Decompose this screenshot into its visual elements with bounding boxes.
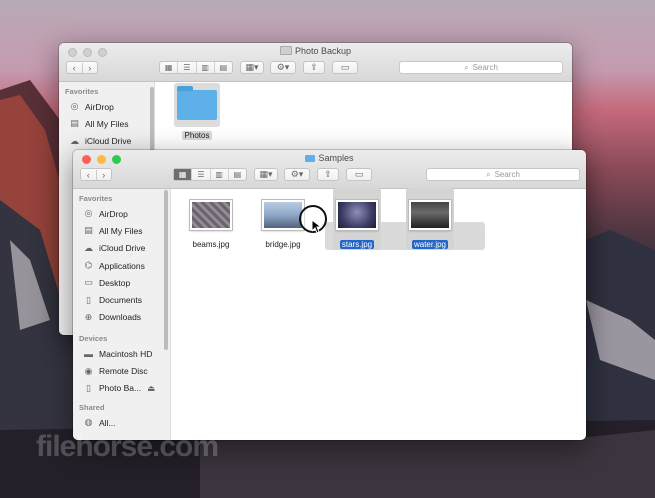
front-titlebar[interactable]: Samples ‹ › ▦ ☰ ▥ ▤ ▦▾ ⚙▾ ⇪ ▭ ⌕ Search — [73, 150, 586, 189]
image-thumbnail — [262, 200, 304, 230]
file-name: water.jpg — [411, 240, 449, 249]
search-field[interactable]: ⌕ Search — [399, 61, 563, 74]
disc-icon: ◉ — [84, 365, 93, 376]
gallery-view-icon[interactable]: ▤ — [215, 62, 232, 73]
sidebar-item-all-my-files[interactable]: ▤ All My Files — [59, 115, 154, 132]
view-mode-segment[interactable]: ▦ ☰ ▥ ▤ — [159, 61, 233, 74]
sidebar-item-all-shared[interactable]: ◍ All... — [73, 414, 170, 431]
documents-icon: ▯ — [86, 294, 91, 305]
favorites-header: Favorites — [65, 87, 99, 96]
image-thumbnail — [190, 200, 232, 230]
search-icon: ⌕ — [486, 169, 491, 179]
arrange-button[interactable]: ▦▾ — [254, 168, 278, 181]
sidebar-item-all-my-files[interactable]: ▤ All My Files — [73, 222, 170, 239]
devices-header: Devices — [79, 334, 108, 344]
cloud-icon: ☁ — [84, 242, 93, 253]
tags-button[interactable]: ▭ — [332, 61, 358, 74]
window-title: Samples — [73, 153, 586, 163]
chevron-left-icon[interactable]: ‹ — [67, 62, 83, 73]
file-name: bridge.jpg — [265, 240, 301, 249]
icon-view-icon[interactable]: ▦ — [174, 169, 193, 180]
sidebar-item-desktop[interactable]: ▭ Desktop — [73, 274, 170, 291]
search-field[interactable]: ⌕ Search — [426, 168, 580, 181]
folder-label: Photos — [181, 131, 213, 140]
front-sidebar: Favorites ◎ AirDrop ▤ All My Files ☁ iCloud… — [73, 189, 171, 440]
sidebar-item-airdrop[interactable]: ◎ AirDrop — [59, 98, 154, 115]
all-files-icon: ▤ — [70, 118, 79, 129]
file-item-stars[interactable]: stars.jpg — [327, 200, 387, 249]
chevron-left-icon[interactable]: ‹ — [81, 169, 97, 180]
column-view-icon[interactable]: ▥ — [197, 62, 215, 73]
sidebar-item-remote-disc[interactable]: ◉ Remote Disc — [73, 362, 170, 379]
search-icon: ⌕ — [464, 62, 469, 72]
sidebar-item-applications[interactable]: ⌬ Applications — [73, 257, 170, 274]
hard-disk-icon: ▬ — [84, 348, 93, 359]
applications-icon: ⌬ — [84, 260, 93, 271]
column-view-icon[interactable]: ▥ — [211, 169, 229, 180]
view-mode-segment[interactable]: ▦ ☰ ▥ ▤ — [173, 168, 247, 181]
file-item-beams[interactable]: beams.jpg — [181, 200, 241, 249]
drive-icon: ▯ — [86, 382, 91, 393]
gallery-view-icon[interactable]: ▤ — [229, 169, 246, 180]
file-name: beams.jpg — [192, 240, 230, 249]
front-finder-window[interactable]: Samples ‹ › ▦ ☰ ▥ ▤ ▦▾ ⚙▾ ⇪ ▭ ⌕ Search Favori… — [73, 150, 586, 440]
tags-button[interactable]: ▭ — [346, 168, 372, 181]
photos-folder[interactable]: Photos — [172, 83, 222, 140]
sidebar-item-photo-backup[interactable]: ▯ Photo Ba... ⏏ — [73, 380, 170, 397]
chevron-right-icon[interactable]: › — [83, 63, 98, 73]
folder-icon — [174, 83, 220, 127]
action-gear-button[interactable]: ⚙▾ — [270, 61, 296, 74]
share-button[interactable]: ⇪ — [317, 168, 339, 181]
file-item-water[interactable]: water.jpg — [400, 200, 460, 249]
action-gear-button[interactable]: ⚙▾ — [284, 168, 310, 181]
sidebar-item-icloud-drive[interactable]: ☁ iCloud Drive — [59, 133, 154, 150]
shared-header: Shared — [79, 402, 105, 412]
desktop-icon: ▭ — [84, 277, 93, 288]
nav-back-forward[interactable]: ‹ › — [66, 61, 98, 74]
downloads-icon: ⊕ — [84, 311, 93, 322]
icon-view-icon[interactable]: ▦ — [160, 62, 179, 73]
sidebar-item-documents[interactable]: ▯ Documents — [73, 291, 170, 308]
eject-icon[interactable]: ⏏ — [147, 383, 155, 394]
sidebar-item-macintosh-hd[interactable]: ▬ Macintosh HD — [73, 345, 170, 362]
list-view-icon[interactable]: ☰ — [192, 169, 211, 180]
back-titlebar[interactable]: Photo Backup ‹ › ▦ ☰ ▥ ▤ ▦▾ ⚙▾ ⇪ ▭ ⌕ Search — [59, 43, 572, 82]
favorites-header: Favorites — [79, 194, 113, 203]
drive-icon — [279, 46, 292, 55]
folder-icon — [305, 155, 316, 162]
front-sidebar-scrollbar[interactable] — [164, 190, 168, 350]
window-title: Photo Backup — [59, 46, 572, 56]
share-button[interactable]: ⇪ — [303, 61, 325, 74]
airdrop-icon: ◎ — [70, 101, 79, 112]
airdrop-icon: ◎ — [84, 208, 93, 219]
sidebar-item-airdrop[interactable]: ◎ AirDrop — [73, 205, 170, 222]
image-thumbnail — [336, 200, 378, 230]
sidebar-item-downloads[interactable]: ⊕ Downloads — [73, 309, 170, 326]
cloud-icon: ☁ — [70, 135, 79, 146]
mouse-pointer-icon — [312, 220, 322, 234]
image-thumbnail — [409, 200, 451, 230]
sidebar-item-icloud-drive[interactable]: ☁ iCloud Drive — [73, 240, 170, 257]
nav-back-forward[interactable]: ‹ › — [80, 168, 112, 181]
file-name: stars.jpg — [339, 240, 375, 249]
network-icon: ◍ — [84, 417, 93, 428]
list-view-icon[interactable]: ☰ — [178, 62, 197, 73]
watermark: filehorse.com — [36, 430, 219, 463]
arrange-button[interactable]: ▦▾ — [240, 61, 264, 74]
chevron-right-icon[interactable]: › — [97, 170, 112, 180]
all-files-icon: ▤ — [84, 225, 93, 236]
